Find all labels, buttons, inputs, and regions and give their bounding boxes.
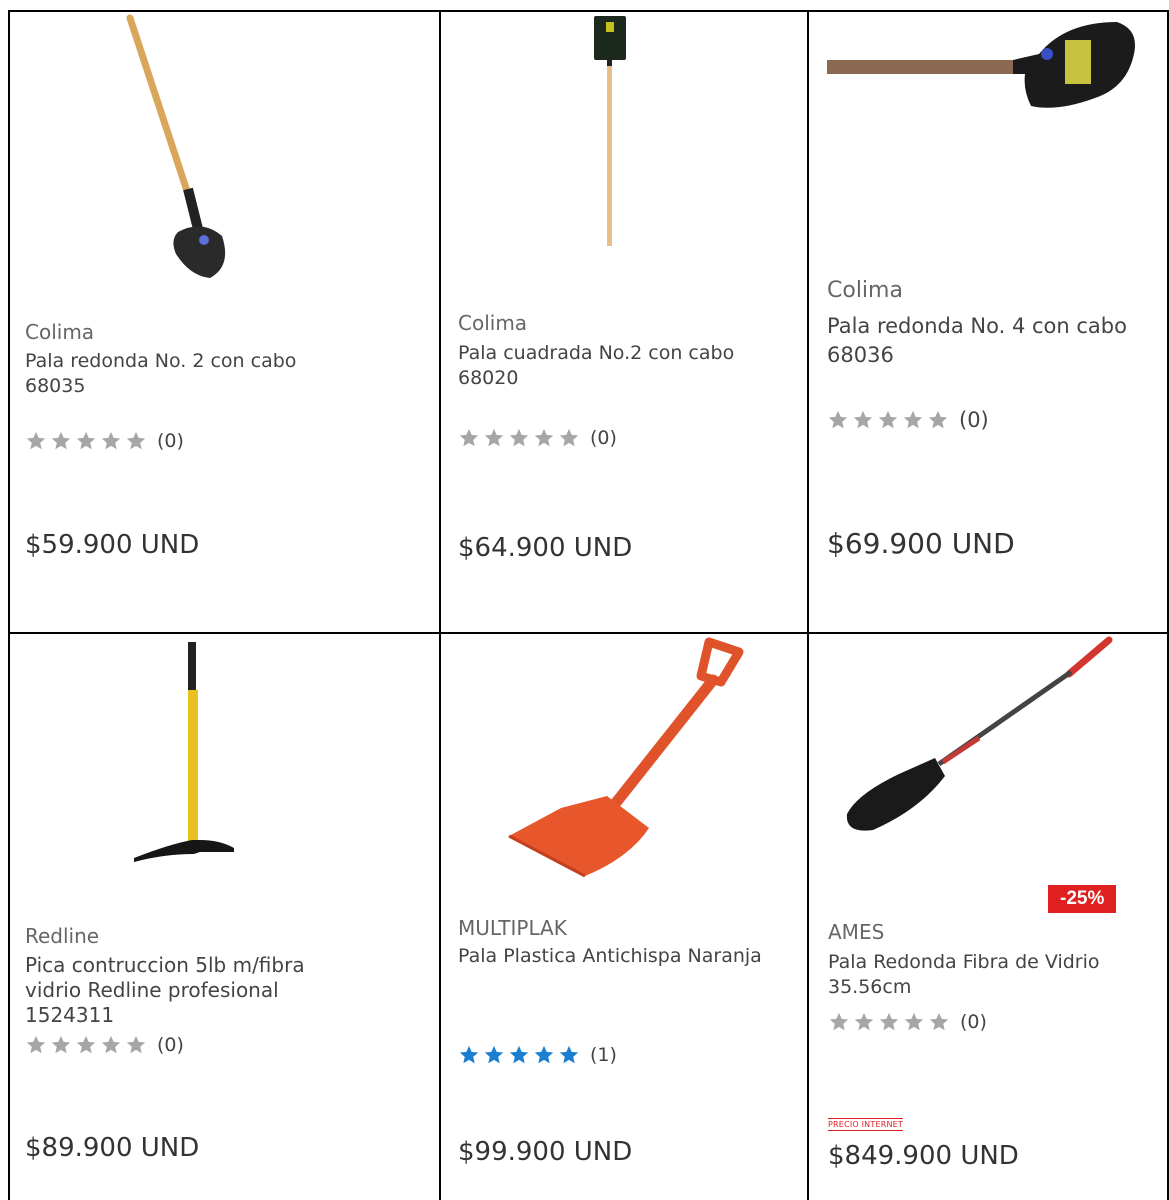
star-icon [459,1045,479,1064]
star-icon [828,410,848,429]
star-icon [559,1045,579,1064]
product-rating: (1) [458,1044,617,1066]
product-title[interactable]: Pala Plastica Antichispa Naranja [458,944,803,969]
star-icon [126,1035,146,1054]
star-icon [904,1012,924,1031]
product-price: $64.900 UND [458,533,633,563]
product-title[interactable]: Pala redonda No. 4 con cabo 68036 [827,312,1167,370]
product-title[interactable]: Pica contruccion 5lb m/fibra vidrio Redl… [25,953,425,1028]
star-icon [101,431,121,450]
product-brand: Colima [458,311,528,335]
star-icon [484,428,504,447]
shovel-square-icon[interactable] [586,14,636,250]
star-icon [26,431,46,450]
product-price: $69.900 UND [827,527,1015,560]
stars [25,1034,147,1056]
star-icon [484,1045,504,1064]
star-icon [26,1035,46,1054]
star-icon [903,410,923,429]
star-icon [51,431,71,450]
star-icon [51,1035,71,1054]
product-rating: (0) [25,430,184,452]
product-price: $89.900 UND [25,1133,200,1163]
product-title[interactable]: Pala redonda No. 2 con cabo 68035 [25,349,425,399]
review-count: (0) [157,430,184,452]
shovel-round-large-icon[interactable] [825,18,1145,118]
star-icon [829,1012,849,1031]
plastic-shovel-icon[interactable] [499,636,749,886]
shovel-round-icon[interactable] [110,14,250,284]
star-icon [878,410,898,429]
star-icon [534,428,554,447]
star-icon [509,428,529,447]
discount-badge: -25% [1048,885,1117,913]
product-rating: (0) [25,1034,184,1056]
review-count: (1) [590,1044,617,1066]
star-icon [559,428,579,447]
price-tag: PRECIO INTERNET [828,1118,903,1131]
product-brand: AMES [828,920,885,944]
stars [827,409,949,431]
fiberglass-shovel-icon[interactable] [839,634,1119,844]
star-icon [879,1012,899,1031]
star-icon [101,1035,121,1054]
product-price: $99.900 UND [458,1137,633,1167]
review-count: (0) [959,408,989,432]
star-icon [126,431,146,450]
stars [458,1044,580,1066]
product-card[interactable] [10,634,438,1200]
product-rating: (0) [827,408,989,432]
review-count: (0) [590,427,617,449]
pickaxe-icon[interactable] [130,640,250,870]
product-price: $849.900 UND [828,1141,1019,1171]
star-icon [534,1045,554,1064]
product-title[interactable]: Pala cuadrada No.2 con cabo 68020 [458,341,798,391]
product-rating: (0) [458,427,617,449]
product-card[interactable] [809,634,1166,1200]
stars [458,427,580,449]
stars [25,430,147,452]
star-icon [929,1012,949,1031]
product-brand: Redline [25,924,100,948]
star-icon [76,1035,96,1054]
product-brand: Colima [827,278,903,303]
product-rating: (0) [828,1011,987,1033]
product-brand: Colima [25,320,95,344]
stars [828,1011,950,1033]
review-count: (0) [960,1011,987,1033]
product-brand: MULTIPLAK [458,916,567,940]
star-icon [928,410,948,429]
product-title[interactable]: Pala Redonda Fibra de Vidrio 35.56cm [828,950,1163,1000]
star-icon [854,1012,874,1031]
star-icon [76,431,96,450]
star-icon [853,410,873,429]
star-icon [509,1045,529,1064]
star-icon [459,428,479,447]
review-count: (0) [157,1034,184,1056]
product-price: $59.900 UND [25,530,200,560]
